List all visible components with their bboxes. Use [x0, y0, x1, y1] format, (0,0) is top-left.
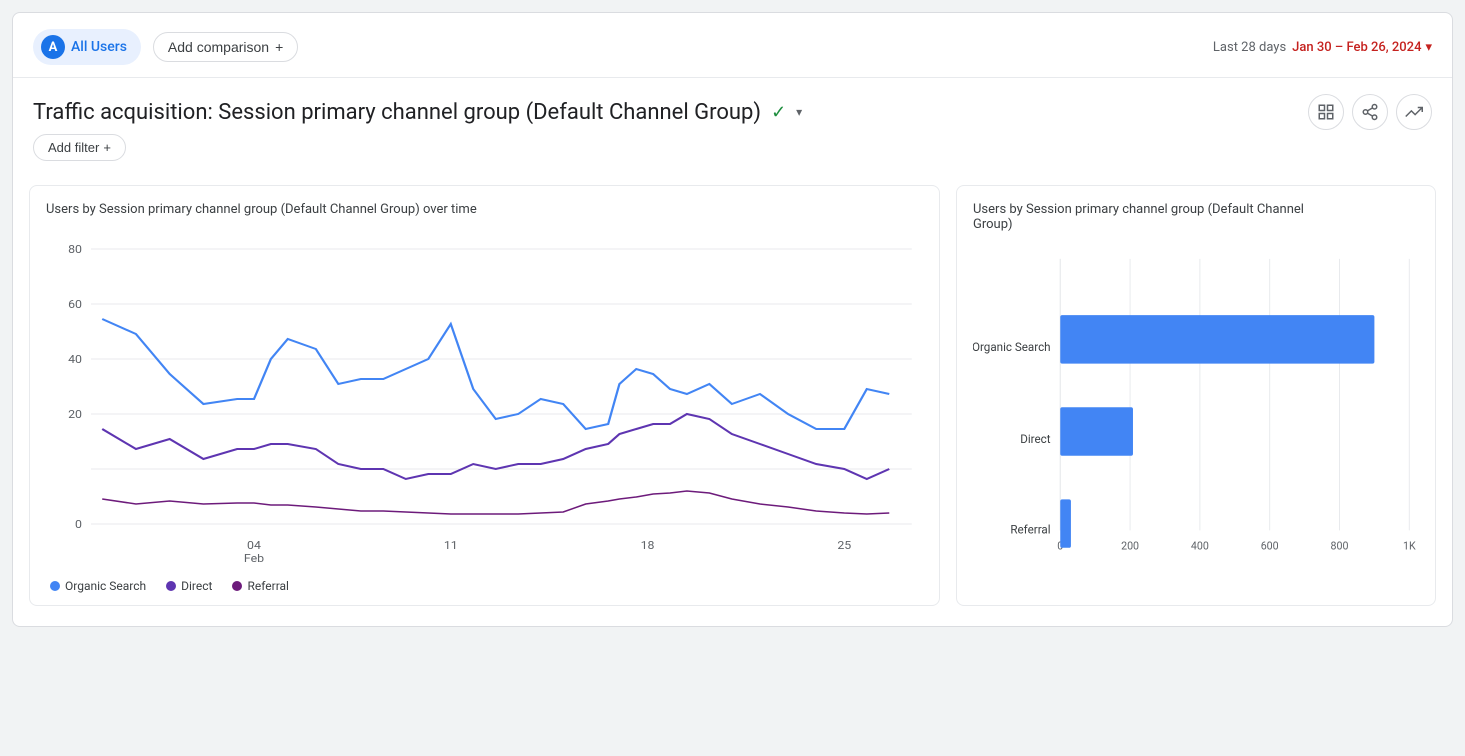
bar-direct: [1060, 407, 1133, 455]
svg-text:60: 60: [68, 298, 82, 311]
svg-text:Referral: Referral: [1010, 522, 1050, 536]
legend-item-direct: Direct: [166, 579, 212, 593]
line-chart-container: Users by Session primary channel group (…: [29, 185, 940, 606]
svg-text:200: 200: [1121, 540, 1139, 553]
bar-referral: [1060, 499, 1071, 547]
svg-text:600: 600: [1261, 540, 1279, 553]
bar-chart-title: Users by Session primary channel group (…: [973, 202, 1419, 232]
svg-text:40: 40: [68, 353, 82, 366]
add-comparison-plus-icon: +: [275, 39, 283, 55]
line-chart-title: Users by Session primary channel group (…: [46, 202, 923, 217]
line-chart-svg: 80 60 40 20 0 04 Feb 11 18 25: [46, 229, 923, 569]
add-filter-button[interactable]: Add filter +: [33, 134, 126, 161]
legend-dot-organic-search: [50, 581, 60, 591]
svg-text:Feb: Feb: [244, 552, 265, 565]
chart-type-button[interactable]: [1308, 94, 1344, 130]
add-filter-label: Add filter: [48, 140, 99, 155]
bar-organic-search: [1060, 315, 1374, 363]
svg-text:Organic Search: Organic Search: [973, 340, 1051, 354]
main-card: A All Users Add comparison + Last 28 day…: [12, 12, 1453, 627]
legend-label-direct: Direct: [181, 579, 212, 593]
top-bar-left: A All Users Add comparison +: [33, 29, 298, 65]
svg-text:400: 400: [1191, 540, 1209, 553]
svg-text:25: 25: [837, 539, 851, 552]
svg-text:800: 800: [1331, 540, 1349, 553]
svg-text:04: 04: [247, 539, 261, 552]
legend-item-organic-search: Organic Search: [50, 579, 146, 593]
add-comparison-button[interactable]: Add comparison +: [153, 32, 298, 62]
top-bar: A All Users Add comparison + Last 28 day…: [13, 13, 1452, 78]
date-range-dropdown-icon: ▾: [1425, 40, 1432, 55]
legend-dot-direct: [166, 581, 176, 591]
svg-text:18: 18: [641, 539, 655, 552]
top-bar-right: Last 28 days Jan 30 – Feb 26, 2024 ▾: [1213, 40, 1432, 55]
charts-section: Users by Session primary channel group (…: [13, 175, 1452, 626]
svg-text:1K: 1K: [1403, 540, 1416, 553]
add-comparison-label: Add comparison: [168, 39, 269, 55]
legend-dot-referral: [232, 581, 242, 591]
share-button[interactable]: [1352, 94, 1388, 130]
green-check-icon: ✓: [771, 102, 786, 123]
legend-label-referral: Referral: [247, 579, 289, 593]
svg-text:20: 20: [68, 408, 82, 421]
date-range-text: Jan 30 – Feb 26, 2024: [1292, 40, 1421, 55]
all-users-chip[interactable]: A All Users: [33, 29, 141, 65]
title-toolbar: [1308, 94, 1432, 130]
line-chart-legend: Organic Search Direct Referral: [46, 579, 923, 593]
svg-text:0: 0: [75, 518, 82, 531]
insights-button[interactable]: [1396, 94, 1432, 130]
line-chart-area: 80 60 40 20 0 04 Feb 11 18 25: [46, 229, 923, 569]
title-row: Traffic acquisition: Session primary cha…: [13, 78, 1452, 130]
report-title-area: Traffic acquisition: Session primary cha…: [33, 100, 802, 125]
add-filter-plus-icon: +: [103, 140, 111, 155]
bar-chart-area: 0 200 400 600 800 1K Organic Search Dire…: [973, 244, 1419, 584]
legend-item-referral: Referral: [232, 579, 289, 593]
bar-chart-container: Users by Session primary channel group (…: [956, 185, 1436, 606]
bar-chart-svg: 0 200 400 600 800 1K Organic Search Dire…: [973, 244, 1419, 584]
date-range-button[interactable]: Jan 30 – Feb 26, 2024 ▾: [1292, 40, 1432, 55]
title-dropdown-icon[interactable]: ▾: [796, 105, 802, 119]
outer-container: A All Users Add comparison + Last 28 day…: [0, 0, 1465, 756]
svg-text:Direct: Direct: [1020, 432, 1051, 446]
svg-text:11: 11: [444, 539, 458, 552]
svg-text:80: 80: [68, 243, 82, 256]
last-28-days-label: Last 28 days: [1213, 40, 1286, 55]
filter-bar: Add filter +: [13, 130, 1452, 175]
legend-label-organic-search: Organic Search: [65, 579, 146, 593]
all-users-label: All Users: [71, 39, 127, 55]
all-users-avatar: A: [41, 35, 65, 59]
report-title-text: Traffic acquisition: Session primary cha…: [33, 100, 761, 125]
